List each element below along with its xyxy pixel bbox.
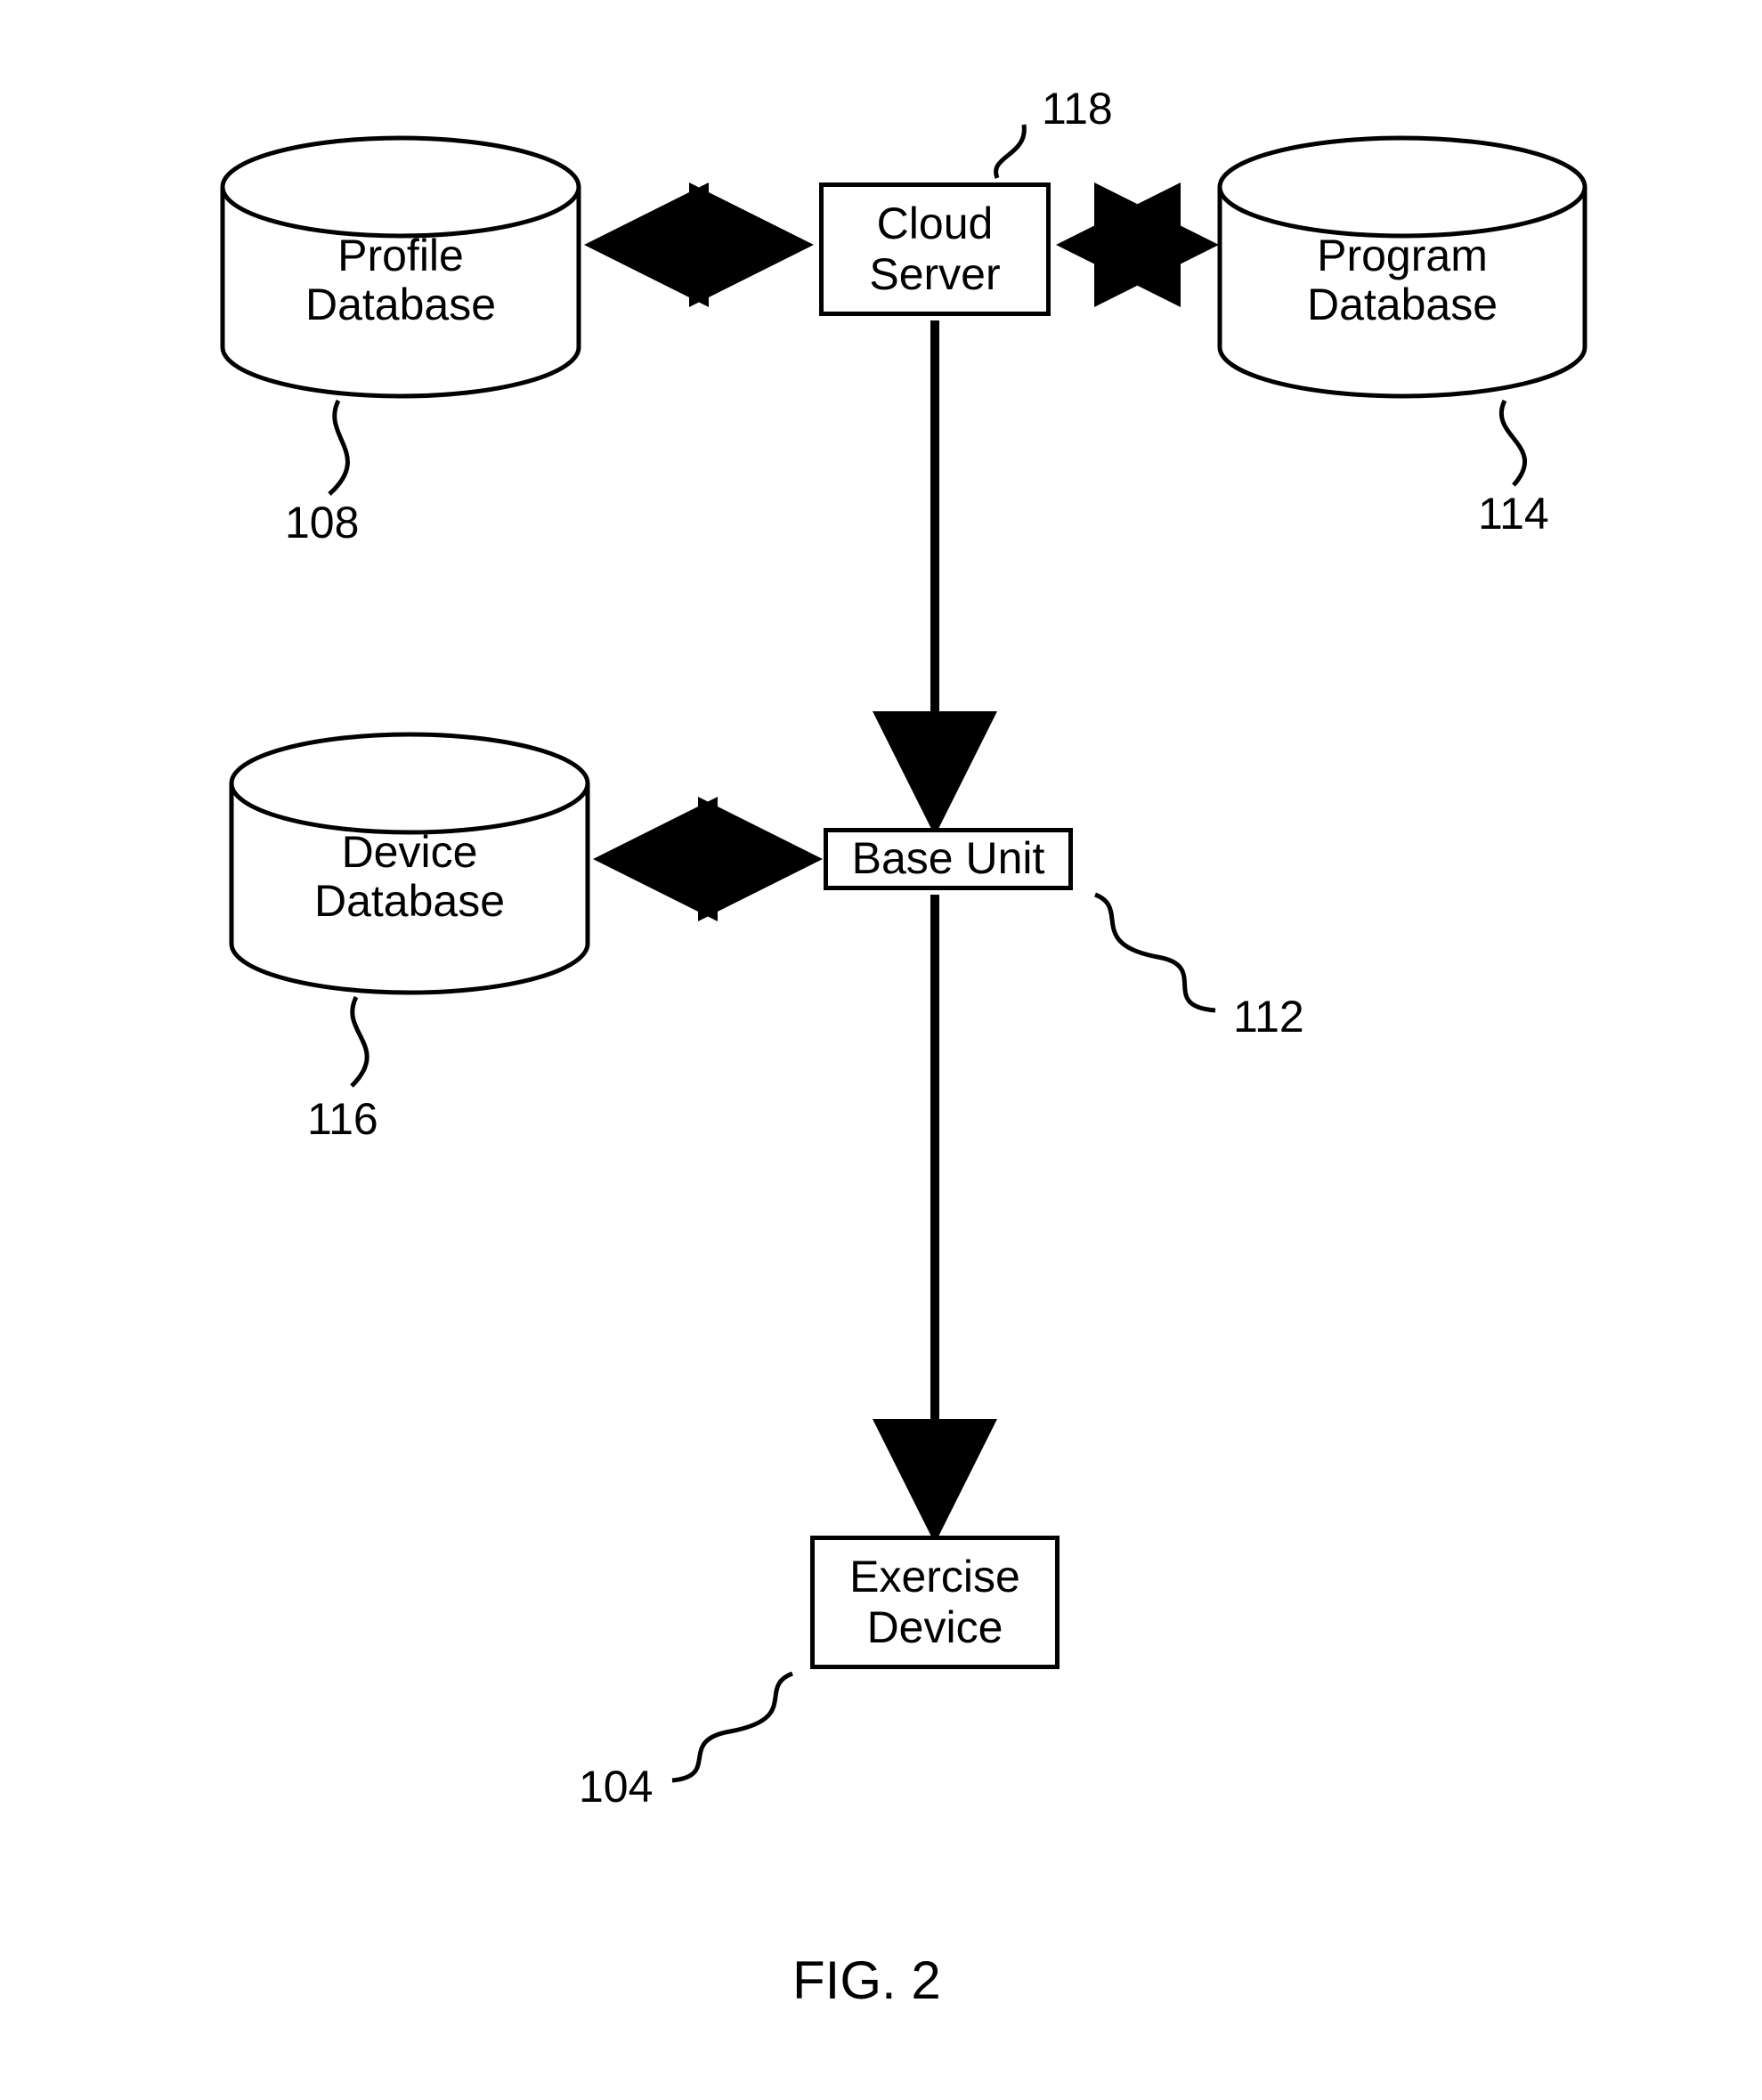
device-db-label: Device Database — [231, 828, 588, 926]
ref-leader-112 — [1095, 895, 1215, 1010]
profile-db-label: Profile Database — [223, 231, 579, 329]
ref-leader-108 — [329, 401, 347, 494]
ref-112: 112 — [1233, 993, 1304, 1042]
diagram-stage: Profile Database Program Database Device… — [0, 0, 1762, 2100]
base-unit-box: Base Unit — [824, 828, 1073, 890]
ref-104: 104 — [579, 1763, 653, 1812]
figure-caption: FIG. 2 — [792, 1950, 941, 2011]
exercise-device-box: Exercise Device — [810, 1536, 1060, 1669]
ref-114: 114 — [1478, 490, 1549, 539]
ref-116: 116 — [307, 1095, 378, 1144]
ref-leader-118 — [996, 125, 1025, 178]
base-unit-label: Base Unit — [852, 833, 1045, 885]
ref-leader-116 — [352, 997, 367, 1086]
cloud-server-box: Cloud Server — [819, 182, 1051, 316]
ref-leader-114 — [1501, 401, 1524, 485]
exercise-device-label: Exercise Device — [829, 1552, 1041, 1654]
ref-leader-104 — [672, 1674, 792, 1780]
cloud-server-label: Cloud Server — [838, 199, 1032, 301]
program-db-label: Program Database — [1224, 231, 1580, 329]
ref-118: 118 — [1042, 85, 1113, 134]
ref-108: 108 — [285, 499, 359, 547]
